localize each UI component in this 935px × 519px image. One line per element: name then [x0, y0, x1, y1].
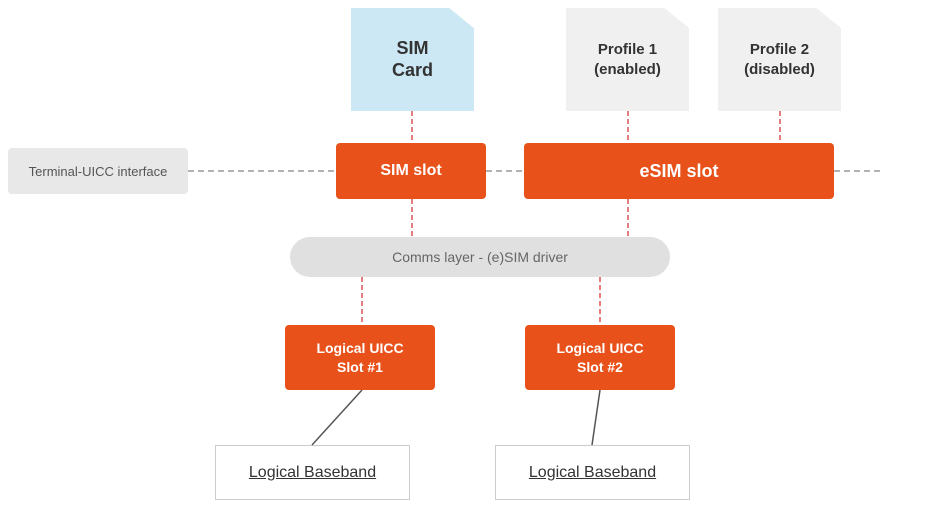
baseband1-box: Logical Baseband: [215, 445, 410, 500]
sim-card-box: SIM Card: [351, 8, 474, 111]
comms-layer-label: Comms layer - (e)SIM driver: [392, 249, 568, 265]
comms-layer-box: Comms layer - (e)SIM driver: [290, 237, 670, 277]
sim-slot-box: SIM slot: [336, 143, 486, 199]
esim-slot-box: eSIM slot: [524, 143, 834, 199]
sim-card-label: SIM Card: [392, 38, 433, 81]
profile2-label: Profile 2 (disabled): [744, 40, 815, 79]
profile1-box: Profile 1 (enabled): [566, 8, 689, 111]
profile2-box: Profile 2 (disabled): [718, 8, 841, 111]
logical-uicc-slot1-box: Logical UICC Slot #1: [285, 325, 435, 390]
diagram-container: SIM Card Profile 1 (enabled) Profile 2 (…: [0, 0, 935, 519]
terminal-interface-box: Terminal-UICC interface: [8, 148, 188, 194]
baseband2-label: Logical Baseband: [529, 464, 656, 482]
esim-slot-label: eSIM slot: [639, 161, 718, 182]
baseband1-label: Logical Baseband: [249, 464, 376, 482]
profile1-label: Profile 1 (enabled): [594, 40, 661, 79]
logical-uicc-slot2-label: Logical UICC Slot #2: [556, 339, 643, 375]
logical-uicc-slot1-label: Logical UICC Slot #1: [316, 339, 403, 375]
baseband2-box: Logical Baseband: [495, 445, 690, 500]
sim-slot-label: SIM slot: [380, 162, 441, 180]
logical-uicc-slot2-box: Logical UICC Slot #2: [525, 325, 675, 390]
terminal-interface-label: Terminal-UICC interface: [29, 164, 168, 179]
